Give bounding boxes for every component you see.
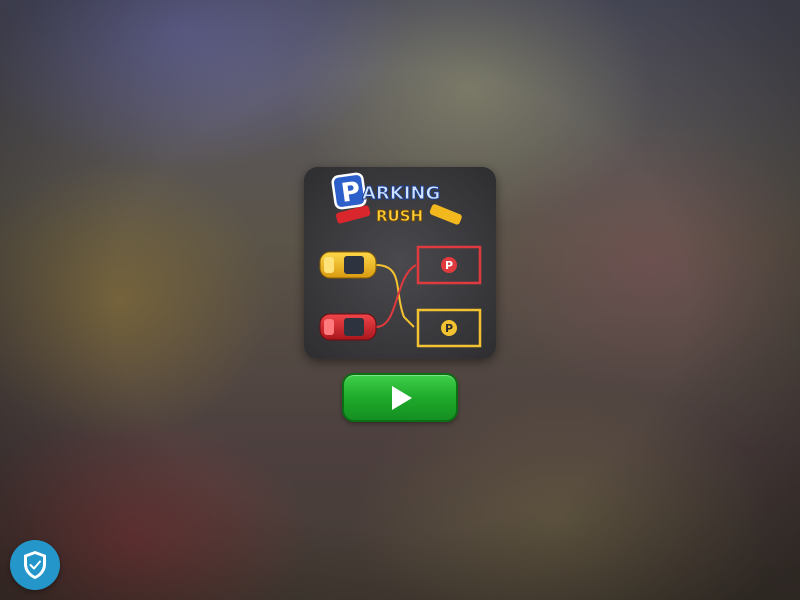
thumbnail-artwork: P ARKING RUSH P P: [304, 167, 496, 359]
play-button[interactable]: [342, 373, 458, 422]
game-thumbnail[interactable]: P ARKING RUSH P P: [304, 167, 496, 359]
svg-text:ARKING: ARKING: [362, 183, 440, 204]
play-icon: [392, 385, 412, 410]
svg-text:RUSH: RUSH: [376, 207, 423, 225]
shield-check-icon: [24, 551, 46, 579]
red-car: [319, 313, 377, 341]
svg-text:P: P: [445, 322, 453, 335]
security-shield-button[interactable]: [10, 540, 60, 590]
yellow-car: [319, 251, 377, 279]
svg-text:P: P: [445, 259, 453, 272]
